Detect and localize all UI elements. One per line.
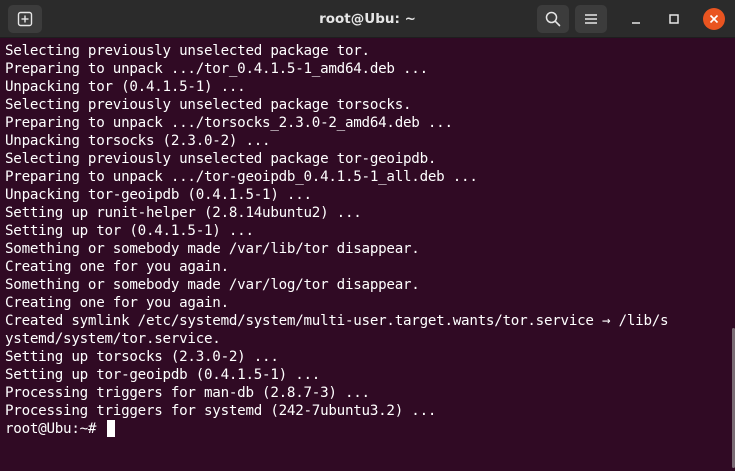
terminal-window: root@Ubu: ~ Selecting previously unselec…: [0, 0, 735, 471]
search-button[interactable]: [537, 5, 569, 33]
terminal-line: Preparing to unpack .../tor-geoipdb_0.4.…: [5, 169, 478, 185]
hamburger-menu-icon: [585, 14, 597, 24]
terminal-line: Creating one for you again.: [5, 259, 229, 275]
terminal-line: Preparing to unpack .../torsocks_2.3.0-2…: [5, 115, 453, 131]
terminal-line: Setting up tor (0.4.1.5-1) ...: [5, 223, 254, 239]
terminal-line: Creating one for you again.: [5, 295, 229, 311]
maximize-button[interactable]: [664, 9, 684, 29]
terminal-line: Something or somebody made /var/lib/tor …: [5, 241, 420, 257]
close-button[interactable]: [703, 8, 725, 30]
maximize-icon: [669, 14, 679, 24]
close-icon: [709, 14, 719, 24]
terminal-line: Selecting previously unselected package …: [5, 97, 412, 113]
window-title: root@Ubu: ~: [319, 11, 416, 27]
search-icon: [545, 11, 561, 27]
terminal-line: Selecting previously unselected package …: [5, 43, 370, 59]
terminal-line: Processing triggers for systemd (242-7ub…: [5, 403, 437, 419]
shell-prompt: root@Ubu:~#: [5, 421, 105, 437]
menu-button[interactable]: [575, 5, 607, 33]
terminal-line: ystemd/system/tor.service.: [5, 331, 221, 347]
title-bar[interactable]: root@Ubu: ~: [0, 0, 735, 38]
terminal-lines: Selecting previously unselected package …: [5, 42, 669, 438]
minimize-icon: [632, 22, 640, 24]
terminal-line: Unpacking tor (0.4.1.5-1) ...: [5, 79, 246, 95]
terminal-line: Setting up torsocks (2.3.0-2) ...: [5, 349, 279, 365]
terminal-line: Processing triggers for man-db (2.8.7-3)…: [5, 385, 370, 401]
terminal-line: Selecting previously unselected package …: [5, 151, 437, 167]
terminal-line: Created symlink /etc/systemd/system/mult…: [5, 313, 669, 329]
terminal-line: Setting up runit-helper (2.8.14ubuntu2) …: [5, 205, 362, 221]
terminal-line: Unpacking tor-geoipdb (0.4.1.5-1) ...: [5, 187, 312, 203]
terminal-line: Something or somebody made /var/log/tor …: [5, 277, 420, 293]
prompt-line[interactable]: root@Ubu:~#: [5, 420, 668, 438]
text-cursor: [106, 420, 115, 437]
terminal-line: Preparing to unpack .../tor_0.4.1.5-1_am…: [5, 61, 428, 77]
terminal-line: Setting up tor-geoipdb (0.4.1.5-1) ...: [5, 367, 321, 383]
terminal-output[interactable]: Selecting previously unselected package …: [0, 38, 735, 471]
terminal-line: Unpacking torsocks (2.3.0-2) ...: [5, 133, 271, 149]
minimize-button[interactable]: [626, 9, 646, 29]
